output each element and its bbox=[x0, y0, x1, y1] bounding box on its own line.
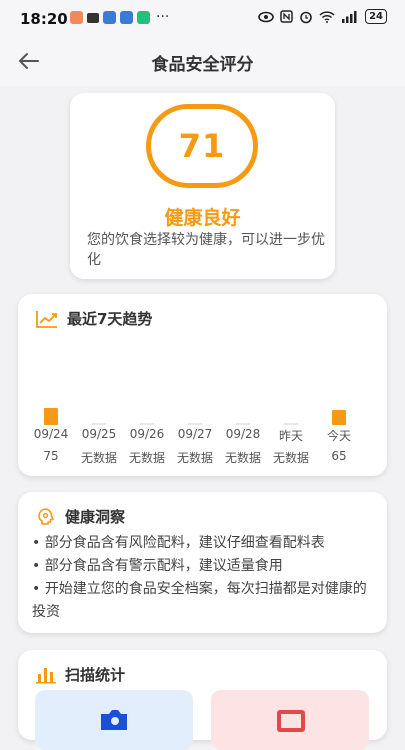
score-ring: 71 bbox=[146, 104, 258, 188]
insight-item: • 部分食品含有警示配料，建议适量食用 bbox=[32, 558, 283, 574]
trend-bar bbox=[332, 410, 346, 425]
trend-day-column: 09/27 无数据 bbox=[169, 294, 221, 476]
status-time: 18:20 bbox=[20, 10, 68, 28]
signal-icon bbox=[342, 11, 357, 23]
trend-day-label: 09/26 bbox=[129, 427, 165, 441]
trend-columns: 09/24 75 09/25 无数据 09/26 无数据 09/27 无数据 09/28 无数据昨… bbox=[18, 294, 387, 476]
trend-day-label: 09/27 bbox=[177, 427, 213, 441]
app-notification-icon bbox=[137, 11, 150, 24]
trend-day-column: 09/26 无数据 bbox=[121, 294, 173, 476]
trend-card: 最近7天趋势 09/24 75 09/25 无数据 09/26 无数据 09/27 无数据 09… bbox=[18, 294, 387, 476]
trend-bar-empty bbox=[92, 423, 106, 425]
risk-count-tile[interactable] bbox=[211, 690, 369, 750]
insight-list: • 部分食品含有风险配料，建议仔细查看配料表 • 部分食品含有警示配料，建议适量… bbox=[32, 532, 377, 624]
trend-day-column: 09/25 无数据 bbox=[73, 294, 125, 476]
insight-title: 健康洞察 bbox=[65, 508, 126, 526]
trend-day-label: 09/28 bbox=[225, 427, 261, 441]
trend-bar bbox=[44, 408, 58, 425]
trend-day-value: 65 bbox=[331, 449, 347, 463]
battery-icon: 24 bbox=[365, 9, 387, 24]
scan-stats-title: 扫描统计 bbox=[65, 666, 126, 684]
system-icons: 24 bbox=[258, 9, 387, 24]
link-icon bbox=[87, 13, 99, 23]
trend-day-column: 昨天 无数据 bbox=[265, 294, 317, 476]
brain-idea-icon bbox=[38, 507, 54, 525]
insight-header: 健康洞察 bbox=[36, 506, 125, 527]
score-status: 健康良好 bbox=[164, 207, 241, 229]
camera-icon bbox=[101, 710, 127, 730]
score-value: 71 bbox=[178, 127, 226, 165]
trend-day-value: 无数据 bbox=[128, 451, 165, 465]
status-bar: 18:20 ··· 24 bbox=[0, 0, 405, 36]
trend-day-value: 无数据 bbox=[176, 451, 213, 465]
trend-bar-empty bbox=[236, 423, 250, 425]
trend-bar-empty bbox=[140, 423, 154, 425]
trend-day-label: 09/24 bbox=[33, 427, 69, 441]
score-description: 您的饮食选择较为健康，可以进一步优化 bbox=[87, 232, 325, 268]
trend-day-column: 09/24 75 bbox=[25, 294, 77, 476]
trend-bar-empty bbox=[284, 423, 298, 425]
trend-day-value: 无数据 bbox=[272, 451, 309, 465]
app-notification-icon bbox=[70, 11, 83, 24]
trend-day-label: 昨天 bbox=[278, 429, 303, 443]
nfc-icon bbox=[280, 10, 293, 23]
notification-icons: ··· bbox=[70, 9, 170, 25]
app-notification-icon bbox=[120, 11, 133, 24]
app-notification-icon bbox=[103, 11, 116, 24]
bar-chart-icon bbox=[36, 667, 56, 683]
trend-day-value: 无数据 bbox=[80, 451, 117, 465]
insight-item: • 开始建立您的食品安全档案，每次扫描都是对健康的投资 bbox=[32, 581, 367, 620]
wifi-icon bbox=[319, 10, 335, 23]
scan-stats-header: 扫描统计 bbox=[36, 664, 125, 685]
insight-item: • 部分食品含有风险配料，建议仔细查看配料表 bbox=[32, 535, 325, 551]
trend-day-label: 09/25 bbox=[81, 427, 117, 441]
trend-day-column: 09/28 无数据 bbox=[217, 294, 269, 476]
scan-stats-card: 扫描统计 bbox=[18, 650, 387, 750]
trend-day-value: 75 bbox=[43, 449, 59, 463]
eye-icon bbox=[258, 11, 274, 22]
page-title: 食品安全评分 bbox=[151, 55, 254, 75]
score-card: 71 健康良好 您的饮食选择较为健康，可以进一步优化 bbox=[70, 93, 335, 279]
more-notifications-icon: ··· bbox=[156, 9, 170, 25]
app-bar: 食品安全评分 bbox=[0, 36, 405, 86]
trend-day-value: 无数据 bbox=[224, 451, 261, 465]
trend-day-label: 今天 bbox=[326, 429, 351, 443]
trend-bar-empty bbox=[188, 423, 202, 425]
scan-count-tile[interactable] bbox=[35, 690, 193, 750]
alarm-icon bbox=[300, 11, 312, 23]
trend-day-column: 今天 65 bbox=[313, 294, 365, 476]
document-icon bbox=[277, 710, 305, 732]
insight-card: 健康洞察 • 部分食品含有风险配料，建议仔细查看配料表 • 部分食品含有警示配料… bbox=[18, 492, 387, 633]
